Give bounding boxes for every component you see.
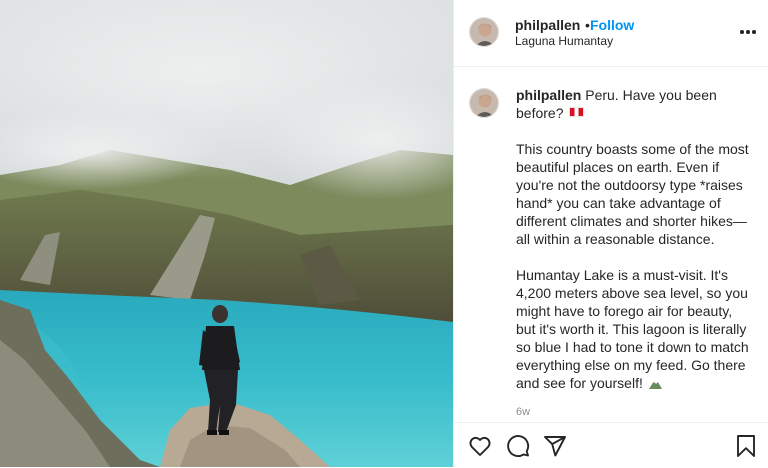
comment-icon[interactable] [506,434,530,458]
peru-flag-icon [569,107,585,117]
caption-username[interactable]: philpallen [516,87,581,103]
heart-icon[interactable] [468,434,492,458]
caption-paragraph: Humantay Lake is a must-visit. It's 4,20… [516,267,749,391]
header-username[interactable]: philpallen [515,17,580,33]
share-icon[interactable] [543,434,567,458]
avatar[interactable] [469,17,499,47]
caption-avatar[interactable] [469,88,499,118]
mountain-icon [648,381,662,389]
follow-button[interactable]: Follow [590,17,634,33]
action-bar [454,422,768,468]
post-header: philpallen • Follow Laguna Humantay [454,0,768,67]
post-side-panel: philpallen • Follow Laguna Humantay phil… [453,0,768,467]
more-options-icon[interactable] [740,30,756,36]
bookmark-icon[interactable] [734,434,758,458]
caption-paragraph: This country boasts some of the most bea… [516,141,749,247]
post-photo[interactable] [0,0,453,467]
photo-landscape [0,0,453,467]
post-timestamp[interactable]: 6w [516,406,530,418]
location-link[interactable]: Laguna Humantay [515,34,613,48]
post-caption: philpallen Peru. Have you been before? T… [516,86,754,392]
